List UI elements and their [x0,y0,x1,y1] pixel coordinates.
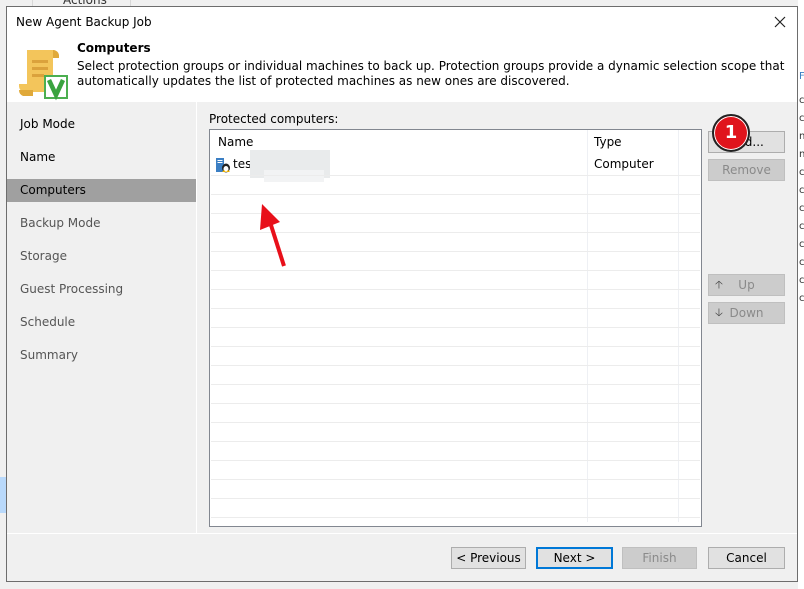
row-divider [211,384,700,385]
step-summary: Summary [20,348,78,362]
row-divider [211,441,700,442]
wizard-header: Computers Select protection groups or in… [7,37,797,102]
row-divider [211,422,700,423]
step-backup-mode: Backup Mode [20,216,101,230]
linux-computer-icon [216,158,230,173]
wizard-steps: Job Mode Name Computers Backup Mode Stor… [7,102,197,533]
column-header-type[interactable]: Type [594,135,622,149]
background-text-fragment: c [799,167,804,178]
background-text-fragment: F [799,71,804,82]
close-icon [774,16,786,28]
background-text-fragment: c [799,221,804,232]
row-divider [211,175,700,176]
redacted-name-blur [264,170,324,182]
step-storage: Storage [20,249,67,263]
background-text-fragment: c [799,113,804,124]
row-divider [211,460,700,461]
background-text-fragment: n [799,149,804,160]
arrow-down-icon: 🡣 [715,306,723,319]
row-type: Computer [594,157,654,171]
background-text-fragment: n [799,131,804,142]
page-title: Computers [77,41,151,55]
cancel-button[interactable]: Cancel [708,547,785,569]
arrow-up-icon: 🡡 [715,278,723,291]
protected-computers-label: Protected computers: [209,112,339,126]
background-text-fragment: c [799,239,804,250]
row-divider [211,479,700,480]
step-schedule: Schedule [20,315,76,329]
move-down-button[interactable]: 🡣 Down [708,302,785,324]
next-button[interactable]: Next > [536,547,613,569]
background-text-fragment: c [799,203,804,214]
row-divider [211,403,700,404]
background-text-fragment: c [799,257,804,268]
page-description: Select protection groups or individual m… [77,59,785,88]
background-text-fragment: c [799,95,804,106]
background-text-fragment: c [799,275,804,286]
step-number-badge: 1 [712,114,750,152]
move-up-label: Up [738,278,755,292]
close-button[interactable] [763,7,797,37]
column-divider [587,130,588,522]
title-bar: New Agent Backup Job [7,7,797,37]
finish-button[interactable]: Finish [622,547,697,569]
row-divider [211,194,700,195]
red-arrow-annotation [260,204,286,267]
job-scroll-icon [18,50,68,101]
dialog-title: New Agent Backup Job [16,15,152,29]
row-divider [211,308,700,309]
row-divider [211,498,700,499]
remove-button[interactable]: Remove [708,159,785,181]
step-name[interactable]: Name [7,146,196,169]
row-divider [211,517,700,518]
protected-computers-list[interactable]: Name Type test Computer [209,129,702,527]
background-text-fragment: c [799,293,804,304]
row-divider [211,365,700,366]
step-guest-processing: Guest Processing [20,282,124,296]
previous-button[interactable]: < Previous [451,547,526,569]
column-divider [678,130,679,522]
footer-divider [7,533,797,534]
move-down-label: Down [729,306,764,320]
move-up-button[interactable]: 🡡 Up [708,274,785,296]
row-divider [211,327,700,328]
step-computers[interactable]: Computers [7,179,196,202]
background-text-fragment: c [799,185,804,196]
row-divider [211,346,700,347]
row-divider [211,289,700,290]
step-job-mode[interactable]: Job Mode [7,113,196,136]
column-header-name[interactable]: Name [218,135,253,149]
